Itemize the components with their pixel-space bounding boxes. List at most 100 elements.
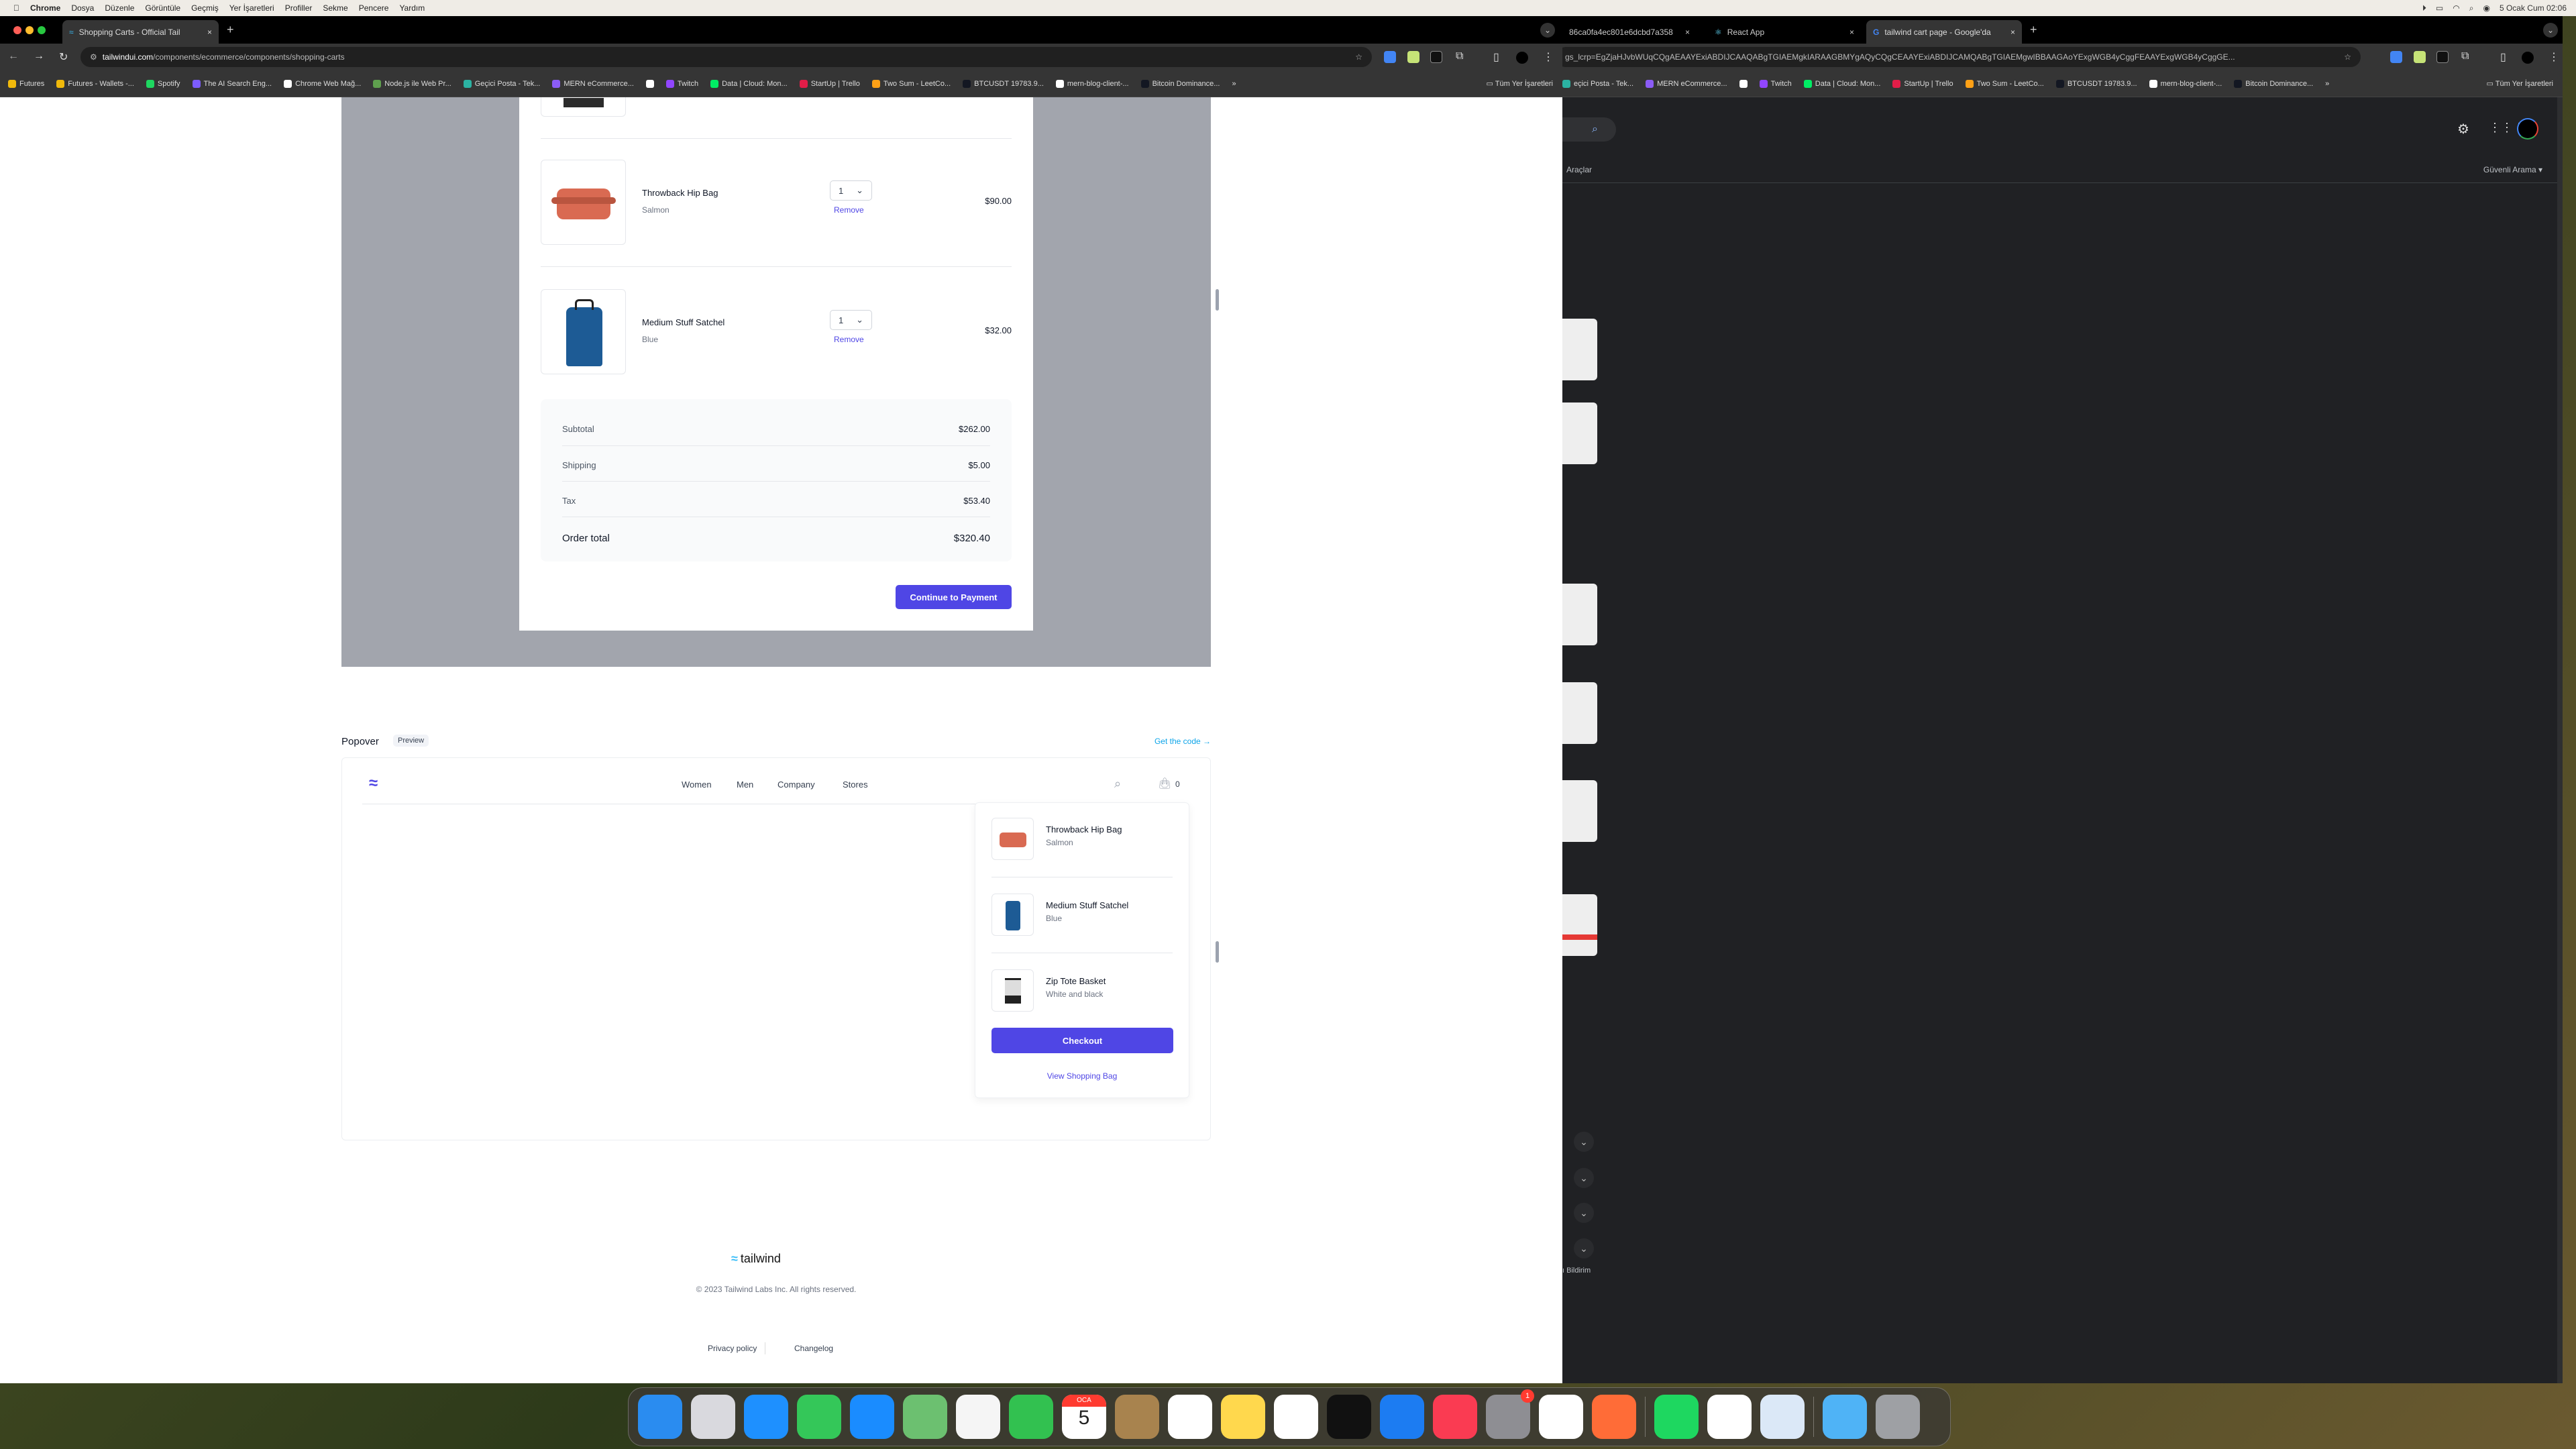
search-box[interactable]: ⌕ xyxy=(1562,117,1616,142)
zoom-window-button[interactable] xyxy=(38,26,46,34)
tab-google-search[interactable]: Gtailwind cart page - Google'da × xyxy=(1866,20,2022,44)
minimize-window-button[interactable] xyxy=(25,26,34,34)
bookmark-item[interactable]: mern-blog-client-... xyxy=(2149,79,2222,88)
app-store-icon[interactable] xyxy=(1380,1395,1424,1439)
tools-button[interactable]: Araçlar xyxy=(1566,165,1592,174)
menu-kebab-icon[interactable]: ⋮ xyxy=(2548,50,2559,64)
bookmark-item[interactable]: Twitch xyxy=(665,79,698,88)
popover-item-name[interactable]: Zip Tote Basket xyxy=(1046,976,1106,986)
menu-help[interactable]: Yardım xyxy=(399,3,425,13)
nav-stores[interactable]: Stores xyxy=(843,780,868,790)
notes-icon[interactable] xyxy=(1221,1395,1265,1439)
maps-icon[interactable] xyxy=(903,1395,947,1439)
bookmark-item[interactable]: StartUp | Trello xyxy=(799,79,860,88)
menu-tab[interactable]: Sekme xyxy=(323,3,347,13)
menu-bookmarks[interactable]: Yer İşaretleri xyxy=(229,3,274,13)
translate-extension-icon[interactable] xyxy=(2390,51,2402,63)
extensions-puzzle-icon[interactable]: ⧉ xyxy=(2461,50,2469,62)
all-bookmarks-button[interactable]: ▭ Tüm Yer İşaretleri xyxy=(2487,79,2553,88)
battery-icon[interactable]: ▭ xyxy=(2436,3,2443,13)
system-settings-icon[interactable]: 1 xyxy=(1486,1389,1534,1439)
facetime-icon[interactable] xyxy=(1009,1395,1053,1439)
side-panel-icon[interactable]: ▯ xyxy=(1493,50,1499,64)
translate-extension-icon[interactable] xyxy=(1384,51,1396,63)
extension-icon[interactable] xyxy=(1430,51,1442,63)
music-icon[interactable] xyxy=(1433,1395,1477,1439)
clock[interactable]: 5 Ocak Cum 02:06 xyxy=(2500,3,2567,13)
image-result-thumbnail[interactable] xyxy=(1562,894,1597,956)
bookmark-item[interactable]: Two Sum - LeetCo... xyxy=(871,79,951,88)
nav-women[interactable]: Women xyxy=(682,780,712,790)
bookmark-item[interactable]: Twitch xyxy=(1759,79,1792,88)
close-tab-icon[interactable]: × xyxy=(1685,28,1690,37)
close-window-button[interactable] xyxy=(13,26,21,34)
contacts-icon[interactable] xyxy=(1115,1395,1159,1439)
search-icon[interactable]: ⌕ xyxy=(1114,777,1121,791)
chrome-icon[interactable] xyxy=(1707,1395,1752,1439)
site-info-icon[interactable]: ⚙ xyxy=(90,52,97,62)
product-name[interactable]: Throwback Hip Bag xyxy=(642,188,718,198)
menu-window[interactable]: Pencere xyxy=(359,3,389,13)
menu-history[interactable]: Geçmiş xyxy=(191,3,219,13)
image-result-thumbnail[interactable] xyxy=(1562,402,1597,464)
bookmark-star-icon[interactable]: ☆ xyxy=(2344,52,2351,62)
address-bar[interactable]: ⚙ tailwindui.com/components/ecommerce/co… xyxy=(80,47,1372,67)
play-icon[interactable]: ⏵ xyxy=(2422,3,2426,13)
forward-button[interactable]: → xyxy=(34,50,44,62)
expand-chevron-icon[interactable]: ⌄ xyxy=(1574,1132,1594,1152)
nav-men[interactable]: Men xyxy=(737,780,753,790)
bookmark-item[interactable]: BTCUSDT 19783.9... xyxy=(2055,79,2137,88)
reminders-icon[interactable] xyxy=(1168,1395,1212,1439)
bookmark-item[interactable] xyxy=(1739,79,1748,88)
menu-profiles[interactable]: Profiller xyxy=(285,3,313,13)
extension-icon[interactable] xyxy=(2436,51,2449,63)
safari-icon[interactable] xyxy=(744,1395,788,1439)
changelog-link[interactable]: Changelog xyxy=(794,1344,833,1353)
trash-icon[interactable] xyxy=(1876,1395,1920,1439)
shopping-bag-icon[interactable]: 👜︎ xyxy=(1158,777,1171,790)
bookmark-item[interactable]: Chrome Web Mağ... xyxy=(284,79,361,88)
menu-file[interactable]: Dosya xyxy=(71,3,94,13)
get-the-code-link[interactable]: Get the code → xyxy=(1155,737,1211,746)
expand-chevron-icon[interactable]: ⌄ xyxy=(1574,1168,1594,1188)
close-tab-icon[interactable]: × xyxy=(2010,28,2015,37)
launchpad-icon[interactable] xyxy=(691,1395,735,1439)
logo-icon[interactable]: ≈ xyxy=(369,774,378,793)
bookmark-item[interactable]: Geçici Posta - Tek... xyxy=(463,79,540,88)
safe-search-dropdown[interactable]: Güvenli Arama ▾ xyxy=(2483,165,2542,174)
menu-chrome[interactable]: Chrome xyxy=(30,3,60,13)
tailwind-logo[interactable]: ≈ tailwind xyxy=(731,1252,781,1266)
bookmark-item[interactable]: Two Sum - LeetCo... xyxy=(1965,79,2044,88)
bookmark-item[interactable]: Bitcoin Dominance... xyxy=(2234,79,2313,88)
close-tab-icon[interactable]: × xyxy=(1849,28,1854,37)
account-avatar[interactable] xyxy=(2517,118,2538,140)
spotify-icon[interactable] xyxy=(1654,1395,1699,1439)
nav-company[interactable]: Company xyxy=(777,780,815,790)
menu-kebab-icon[interactable]: ⋮ xyxy=(1543,50,1554,64)
bookmark-item[interactable]: Bitcoin Dominance... xyxy=(1140,79,1220,88)
bookmark-item[interactable]: MERN eCommerce... xyxy=(1646,79,1727,88)
search-icon[interactable]: ⌕ xyxy=(1592,123,1598,135)
bookmark-item[interactable]: Futures xyxy=(8,79,44,88)
expand-chevron-icon[interactable]: ⌄ xyxy=(1574,1238,1594,1258)
preview-icon[interactable] xyxy=(1760,1395,1805,1439)
tv-icon[interactable] xyxy=(1327,1395,1371,1439)
reload-button[interactable]: ↻ xyxy=(59,50,68,64)
quantity-select[interactable]: 1 ⌄ xyxy=(830,180,872,201)
photos-icon[interactable] xyxy=(956,1395,1000,1439)
image-result-thumbnail[interactable] xyxy=(1562,584,1597,645)
bookmark-item[interactable]: Node.js ile Web Pr... xyxy=(373,79,451,88)
bookmark-item[interactable]: Futures - Wallets -... xyxy=(56,79,134,88)
image-result-thumbnail[interactable] xyxy=(1562,682,1597,744)
remove-button[interactable]: Remove xyxy=(834,205,864,215)
menu-edit[interactable]: Düzenle xyxy=(105,3,134,13)
feedback-link[interactable]: ı Bildirim xyxy=(1562,1267,1591,1275)
new-tab-button[interactable]: + xyxy=(227,23,234,37)
bookmark-item[interactable]: Spotify xyxy=(146,79,180,88)
more-bookmarks-button[interactable]: » xyxy=(2325,80,2329,88)
finder-icon[interactable] xyxy=(638,1395,682,1439)
bookmark-item[interactable]: StartUp | Trello xyxy=(1892,79,1953,88)
messages-icon[interactable] xyxy=(797,1395,841,1439)
popover-item-name[interactable]: Medium Stuff Satchel xyxy=(1046,900,1128,910)
extension-icon[interactable] xyxy=(2414,51,2426,63)
